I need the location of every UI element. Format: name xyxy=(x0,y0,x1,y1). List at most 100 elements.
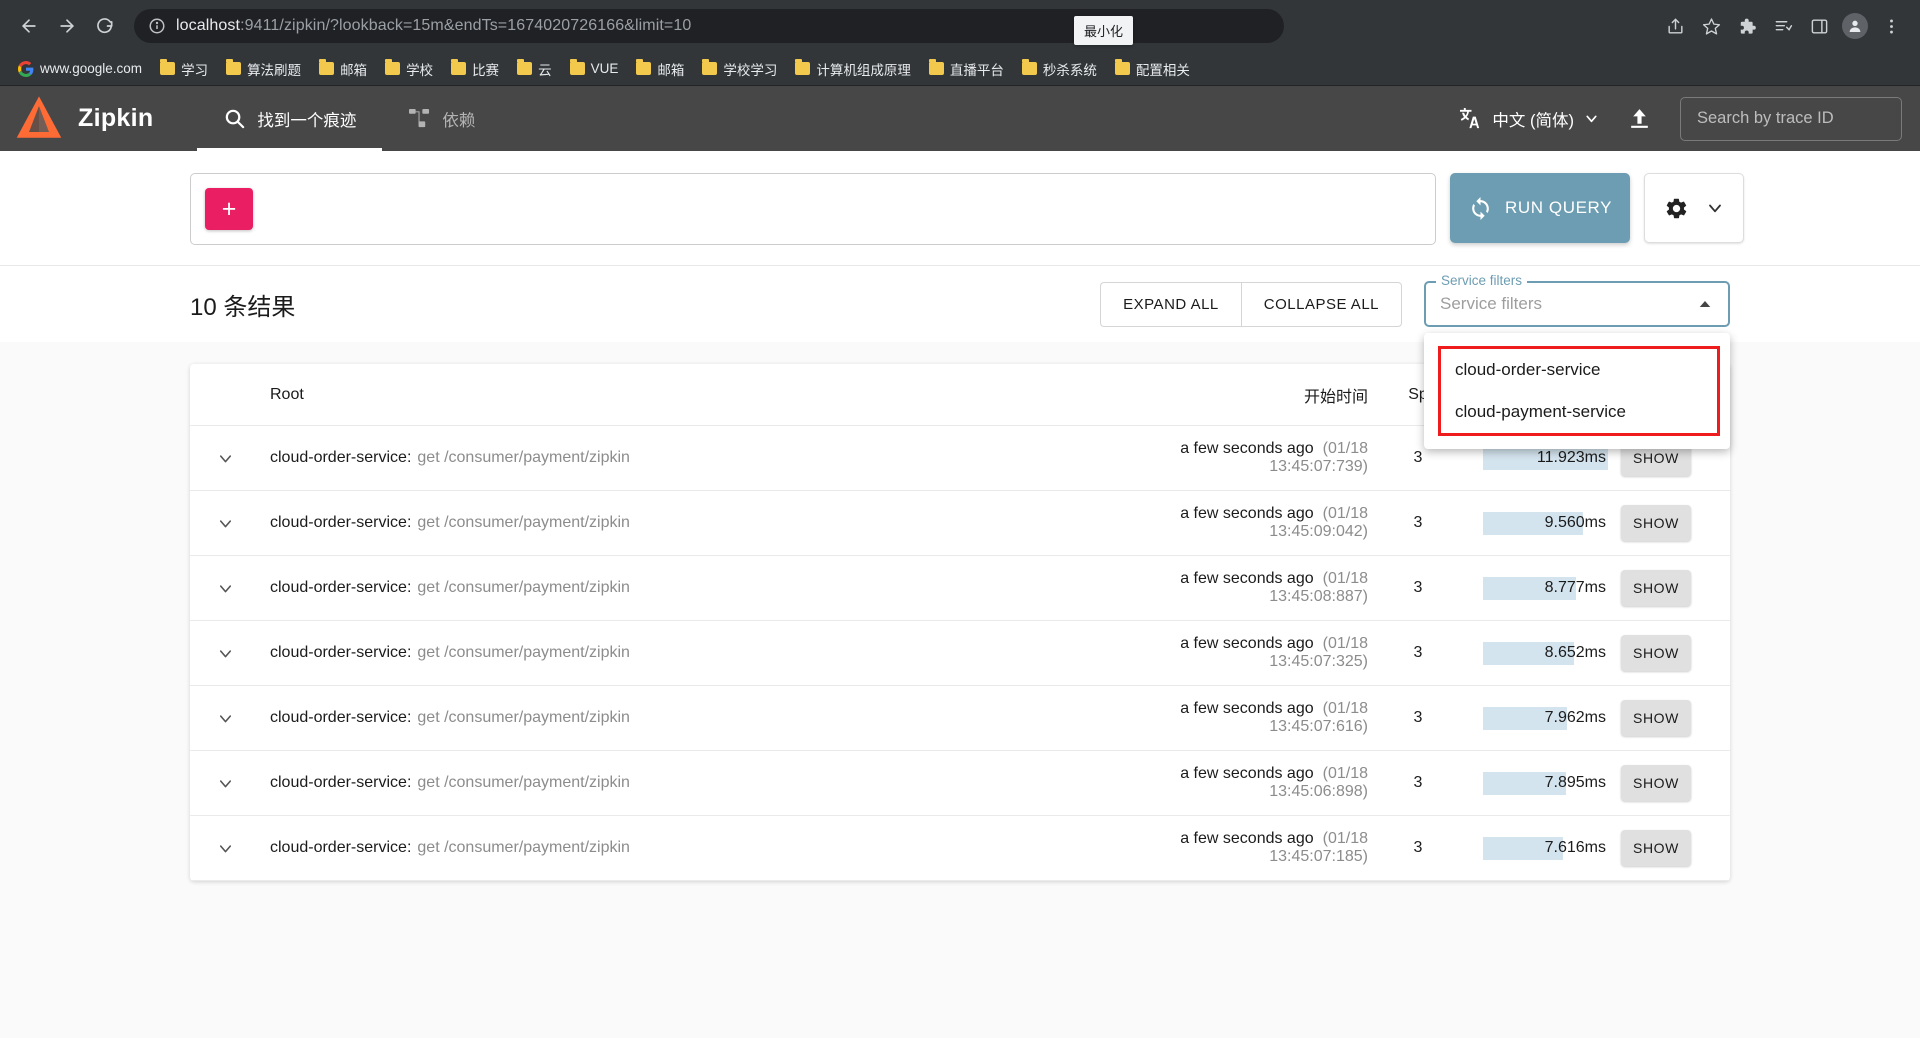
trace-relative-time: a few seconds ago xyxy=(1180,700,1314,717)
collapse-all-button[interactable]: COLLAPSE ALL xyxy=(1240,281,1402,327)
forward-button[interactable] xyxy=(50,9,84,43)
table-row[interactable]: cloud-order-service: get /consumer/paymen… xyxy=(190,686,1730,751)
bookmark-item[interactable]: 学校 xyxy=(377,55,441,83)
folder-icon xyxy=(385,59,401,75)
service-filters-input[interactable] xyxy=(1440,294,1690,314)
column-start-time-header: 开始时间 xyxy=(1303,388,1368,406)
browser-chrome: localhost:9411/zipkin/?lookback=15m&endT… xyxy=(0,0,1920,86)
add-criterion-button[interactable]: + xyxy=(205,188,253,230)
bookmark-item[interactable]: 比赛 xyxy=(443,55,507,83)
language-selector[interactable]: 中文 (简体) xyxy=(1446,99,1614,139)
chevron-down-icon xyxy=(1586,115,1597,123)
bookmark-label: 直播平台 xyxy=(949,62,1004,78)
bookmark-item[interactable]: 邮箱 xyxy=(311,55,375,83)
bookmark-item[interactable]: 算法刷题 xyxy=(218,55,309,83)
trace-duration: 7.895ms xyxy=(1544,774,1606,791)
url-host: localhost xyxy=(176,17,241,34)
app-title: Zipkin xyxy=(78,104,154,132)
expand-row-icon[interactable] xyxy=(216,644,270,663)
service-option[interactable]: cloud-payment-service xyxy=(1441,391,1717,433)
show-trace-button[interactable]: SHOW xyxy=(1621,505,1691,541)
profile-avatar[interactable] xyxy=(1838,9,1872,43)
expand-row-icon[interactable] xyxy=(216,514,270,533)
bookmark-label: 邮箱 xyxy=(340,62,368,78)
bookmark-item[interactable]: 计算机组成原理 xyxy=(787,55,919,83)
bookmark-item[interactable]: www.google.com xyxy=(10,57,150,81)
bookmark-star-icon[interactable] xyxy=(1694,9,1728,43)
duration-bar: 7.616ms xyxy=(1483,836,1608,860)
chrome-menu-icon[interactable] xyxy=(1874,9,1908,43)
bookmark-label: 算法刷题 xyxy=(247,62,302,78)
query-bar: + RUN QUERY xyxy=(0,151,1920,266)
trace-span-count: 3 xyxy=(1413,709,1423,726)
chevron-down-icon xyxy=(1708,204,1721,213)
service-filters-legend: Service filters xyxy=(1436,273,1528,288)
table-row[interactable]: cloud-order-service: get /consumer/paymen… xyxy=(190,556,1730,621)
upload-icon xyxy=(1630,109,1648,128)
show-trace-button[interactable]: SHOW xyxy=(1621,700,1691,736)
bookmark-item[interactable]: 学习 xyxy=(152,55,216,83)
bookmark-item[interactable]: 配置相关 xyxy=(1107,55,1198,83)
query-settings-button[interactable] xyxy=(1644,173,1744,243)
reading-list-icon[interactable] xyxy=(1766,9,1800,43)
bookmark-item[interactable]: VUE xyxy=(562,57,627,80)
bookmark-item[interactable]: 云 xyxy=(509,55,560,83)
tab-find-traces[interactable]: 找到一个痕迹 xyxy=(197,86,383,151)
search-criteria-box[interactable]: + xyxy=(190,173,1436,245)
trace-service-name: cloud-order-service: xyxy=(270,579,412,596)
duration-bar: 11.923ms xyxy=(1483,446,1608,470)
trace-duration: 8.777ms xyxy=(1544,579,1606,596)
run-query-button[interactable]: RUN QUERY xyxy=(1450,173,1630,243)
show-trace-button[interactable]: SHOW xyxy=(1621,570,1691,606)
reload-button[interactable] xyxy=(88,9,122,43)
bookmark-label: 邮箱 xyxy=(657,62,685,78)
bookmark-item[interactable]: 邮箱 xyxy=(628,55,692,83)
show-trace-button[interactable]: SHOW xyxy=(1621,830,1691,866)
bookmark-label: 秒杀系统 xyxy=(1042,62,1097,78)
bookmark-label: VUE xyxy=(590,61,619,76)
search-input[interactable] xyxy=(1697,109,1885,128)
trace-span-count: 3 xyxy=(1413,644,1423,661)
share-icon[interactable] xyxy=(1658,9,1692,43)
expand-row-icon[interactable] xyxy=(216,839,270,858)
zipkin-logo[interactable] xyxy=(14,86,78,151)
show-trace-button[interactable]: SHOW xyxy=(1621,635,1691,671)
trace-operation: get /consumer/payment/zipkin xyxy=(417,839,630,856)
table-row[interactable]: cloud-order-service: get /consumer/paymen… xyxy=(190,621,1730,686)
service-option[interactable]: cloud-order-service xyxy=(1441,349,1717,391)
bookmark-item[interactable]: 直播平台 xyxy=(921,55,1012,83)
bookmark-item[interactable]: 学校学习 xyxy=(694,55,785,83)
trace-relative-time: a few seconds ago xyxy=(1180,570,1314,587)
site-info-icon[interactable] xyxy=(148,17,166,35)
back-button[interactable] xyxy=(12,9,46,43)
trace-operation: get /consumer/payment/zipkin xyxy=(417,644,630,661)
bookmark-item[interactable]: 秒杀系统 xyxy=(1014,55,1105,83)
expand-row-icon[interactable] xyxy=(216,774,270,793)
upload-trace-button[interactable] xyxy=(1614,97,1664,141)
side-panel-icon[interactable] xyxy=(1802,9,1836,43)
bookmark-label: 学校学习 xyxy=(723,62,778,78)
google-icon xyxy=(18,60,34,77)
table-row[interactable]: cloud-order-service: get /consumer/paymen… xyxy=(190,816,1730,881)
chevron-up-icon[interactable] xyxy=(1690,289,1720,319)
expand-all-button[interactable]: EXPAND ALL xyxy=(1100,281,1241,327)
trace-operation: get /consumer/payment/zipkin xyxy=(417,774,630,791)
expand-row-icon[interactable] xyxy=(216,449,270,468)
bookmark-label: 云 xyxy=(538,62,552,78)
expand-row-icon[interactable] xyxy=(216,709,270,728)
refresh-icon xyxy=(1472,196,1489,220)
expand-row-icon[interactable] xyxy=(216,579,270,598)
result-count: 10 条结果 xyxy=(190,293,296,321)
trace-id-search[interactable] xyxy=(1680,96,1902,141)
trace-service-name: cloud-order-service: xyxy=(270,709,412,726)
service-filters-field[interactable]: Service filters xyxy=(1424,273,1730,327)
folder-icon xyxy=(702,59,718,75)
expand-collapse-group: EXPAND ALL COLLAPSE ALL xyxy=(1100,281,1402,327)
folder-icon xyxy=(795,59,811,75)
table-row[interactable]: cloud-order-service: get /consumer/paymen… xyxy=(190,751,1730,816)
tab-dependencies[interactable]: 依赖 xyxy=(382,86,501,151)
table-row[interactable]: cloud-order-service: get /consumer/paymen… xyxy=(190,491,1730,556)
show-trace-button[interactable]: SHOW xyxy=(1621,765,1691,801)
bookmark-label: 学校 xyxy=(406,62,434,78)
extensions-icon[interactable] xyxy=(1730,9,1764,43)
